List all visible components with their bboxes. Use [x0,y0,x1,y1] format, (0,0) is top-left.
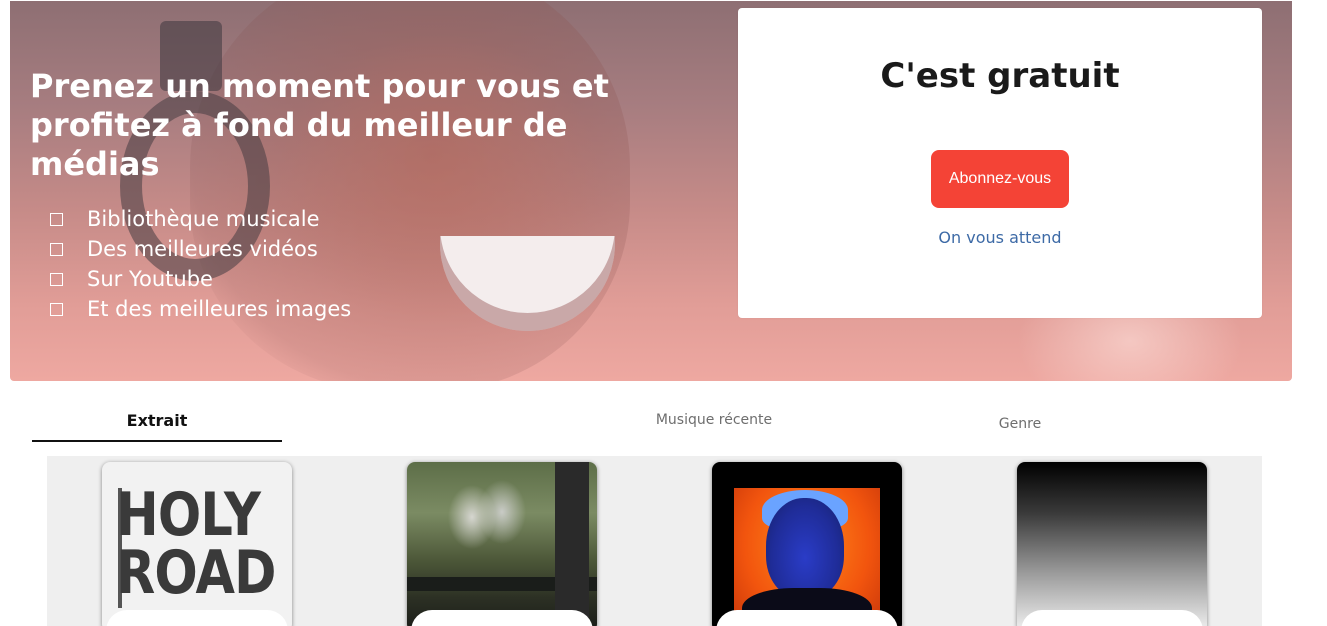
album-card[interactable] [1017,462,1207,626]
feature-label: Sur Youtube [87,267,213,291]
page: Prenez un moment pour vous et profitez à… [0,0,1327,626]
subscribe-button[interactable]: Abonnez-vous [931,150,1069,208]
checkbox-icon [50,212,63,226]
album-cover-frame [555,462,589,626]
signup-title: C'est gratuit [880,56,1120,96]
album-gallery: HOLY ROAD [47,456,1262,626]
album-card-footer [106,610,288,626]
feature-item: Sur Youtube [50,264,650,294]
tab-extrait[interactable]: Extrait [32,400,282,442]
feature-list: Bibliothèque musicale Des meilleures vid… [30,204,650,324]
hero-text: Prenez un moment pour vous et profitez à… [30,67,650,324]
feature-label: Et des meilleures images [87,297,352,321]
feature-item: Bibliothèque musicale [50,204,650,234]
album-card[interactable]: HOLY ROAD [102,462,292,626]
album-cover-portrait [766,498,844,598]
tab-bar: Extrait Musique récente Genre [0,400,1327,444]
feature-label: Bibliothèque musicale [87,207,320,231]
album-card-footer [716,610,898,626]
hero-title: Prenez un moment pour vous et profitez à… [30,67,609,183]
tab-musique-recente[interactable]: Musique récente [589,400,839,440]
album-card[interactable] [407,462,597,626]
feature-label: Des meilleures vidéos [87,237,318,261]
album-card-footer [1021,610,1203,626]
checkbox-icon [50,242,63,256]
album-card-footer [411,610,593,626]
tab-genre[interactable]: Genre [895,404,1145,444]
waiting-link[interactable]: On vous attend [738,228,1262,247]
feature-item: Des meilleures vidéos [50,234,650,264]
feature-item: Et des meilleures images [50,294,650,324]
album-cover-title: HOLY ROAD [116,480,277,608]
checkbox-icon [50,272,63,286]
album-card[interactable] [712,462,902,626]
checkbox-icon [50,302,63,316]
signup-card: C'est gratuit Abonnez-vous On vous atten… [738,8,1262,318]
